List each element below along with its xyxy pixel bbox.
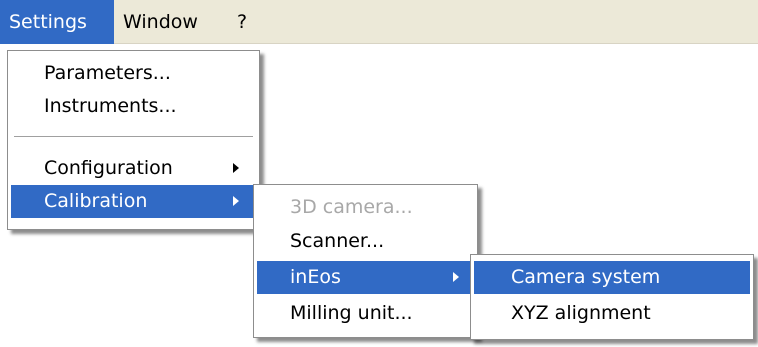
menu-item-calibration[interactable]: Calibration [11,185,256,218]
menu-item-ineos[interactable]: inEos [257,261,474,294]
menu-help[interactable]: ? [228,0,262,44]
menu-item-parameters[interactable]: Parameters... [11,57,256,90]
menu-separator [14,136,253,138]
menu-item-camera-system[interactable]: Camera system [474,261,750,294]
menu-item-label: Instruments... [44,95,177,117]
menu-bar: Settings Window ? [0,0,758,44]
menu-item-label: Milling unit... [290,302,413,324]
menu-item-xyz-alignment[interactable]: XYZ alignment [474,297,750,330]
submenu-arrow-icon [233,163,239,173]
menu-item-label: Camera system [511,266,661,288]
menu-item-label: XYZ alignment [511,302,651,324]
menu-item-3d-camera[interactable]: 3D camera... [257,191,474,224]
menu-item-label: 3D camera... [290,196,413,218]
menu-item-label: Calibration [44,190,148,212]
menu-item-configuration[interactable]: Configuration [11,152,256,185]
submenu-arrow-icon [453,272,459,282]
calibration-submenu: 3D camera... Scanner... inEos Milling un… [253,184,478,338]
menu-item-instruments[interactable]: Instruments... [11,90,256,123]
ineos-submenu: Camera system XYZ alignment [470,254,754,340]
menu-item-label: inEos [290,266,341,288]
menu-item-label: Parameters... [44,62,171,84]
menu-window[interactable]: Window [114,0,228,44]
menu-item-label: Scanner... [290,230,385,252]
settings-menu: Parameters... Instruments... Configurati… [7,50,260,230]
menu-item-label: Configuration [44,157,173,179]
menu-item-scanner[interactable]: Scanner... [257,225,474,258]
submenu-arrow-icon [233,196,239,206]
menu-item-milling-unit[interactable]: Milling unit... [257,297,474,330]
menu-settings[interactable]: Settings [0,0,114,44]
